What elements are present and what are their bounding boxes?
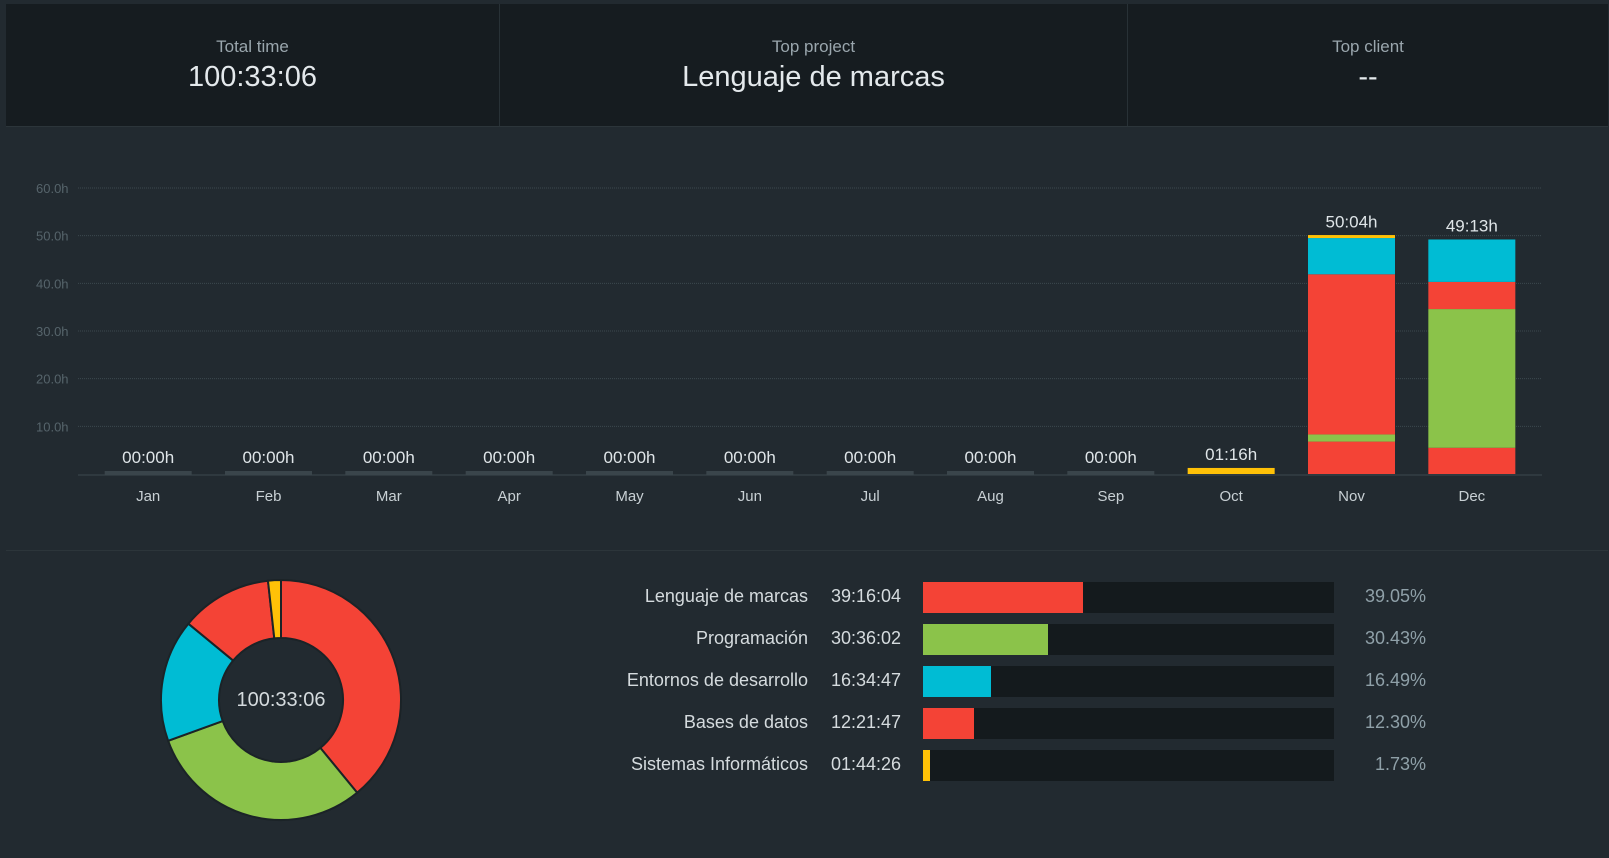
project-bar-track	[923, 666, 1334, 697]
bar-segment	[1308, 441, 1395, 474]
project-name[interactable]: Entornos de desarrollo	[508, 670, 808, 691]
empty-bar	[826, 471, 914, 475]
project-bar-fill	[923, 750, 931, 781]
x-tick-label: Nov	[1338, 488, 1365, 505]
bar-total-label: 00:00h	[483, 448, 535, 467]
y-tick-label: 10.0h	[36, 419, 69, 434]
top-client-card: Top client --	[1128, 4, 1608, 126]
project-time: 30:36:02	[831, 628, 902, 648]
x-tick-label: Dec	[1458, 488, 1485, 505]
project-bar-fill	[923, 624, 1049, 655]
y-tick-label: 40.0h	[36, 276, 69, 291]
project-name[interactable]: Lenguaje de marcas	[508, 586, 808, 607]
project-name[interactable]: Bases de datos	[508, 712, 808, 733]
project-time: 12:21:47	[831, 712, 902, 732]
y-tick-label: 50.0h	[36, 229, 69, 244]
x-tick-label: Mar	[376, 488, 402, 505]
summary-header: Total time 100:33:06 Top project Lenguaj…	[6, 4, 1608, 127]
empty-bar	[1067, 471, 1155, 475]
project-percent: 12.30%	[1364, 712, 1426, 732]
empty-bar	[586, 471, 673, 475]
bar-total-label: 00:00h	[243, 448, 295, 467]
project-bar-track	[923, 750, 1334, 781]
bar-total-label: 00:00h	[724, 448, 776, 467]
total-time-value: 100:33:06	[187, 60, 317, 93]
project-row-lenguaje[interactable]: Lenguaje de marcas 39:16:04 39.05%	[6, 582, 1608, 613]
x-tick-label: May	[615, 488, 644, 505]
bar-total-label: 49:13h	[1446, 216, 1498, 235]
project-bar-track	[923, 582, 1334, 613]
project-row-sistemas[interactable]: Sistemas Informáticos 01:44:26 1.73%	[6, 750, 1608, 781]
project-bar-fill	[923, 582, 1084, 613]
bar-segment	[1187, 467, 1275, 474]
top-client-value: --	[1358, 60, 1378, 93]
total-time-label: Total time	[216, 36, 289, 56]
empty-bar	[225, 471, 312, 475]
bar-total-label: 01:16h	[1205, 445, 1257, 464]
project-percent: 39.05%	[1364, 586, 1426, 606]
bar-segment	[1308, 434, 1395, 442]
y-tick-label: 30.0h	[36, 324, 69, 339]
x-tick-label: Feb	[256, 488, 282, 505]
bar-total-label: 00:00h	[1085, 448, 1137, 467]
bar-segment	[1308, 238, 1395, 275]
bar-total-label: 00:00h	[363, 448, 415, 467]
bar-total-label: 50:04h	[1326, 213, 1378, 232]
project-name[interactable]: Programación	[508, 628, 808, 649]
empty-bar	[947, 471, 1034, 475]
y-tick-label: 20.0h	[36, 372, 69, 387]
top-client-label: Top client	[1332, 36, 1404, 56]
monthly-bar-chart: 10.0h 20.0h 30.0h 40.0h 50.0h 60.0h 00:00h Jan 0…	[6, 127, 1608, 551]
bar-chart-svg: 10.0h 20.0h 30.0h 40.0h 50.0h 60.0h 00:00h Jan 0…	[36, 181, 1542, 505]
top-project-card: Top project Lenguaje de marcas	[500, 4, 1128, 126]
bar-segment	[1308, 274, 1395, 435]
bar-segment	[1428, 447, 1516, 474]
bar-segment	[1428, 281, 1516, 310]
project-breakdown: 100:33:06 Lenguaje de marcas 39:16:04 39…	[6, 551, 1608, 851]
project-percent: 30.43%	[1364, 628, 1426, 648]
top-project-value[interactable]: Lenguaje de marcas	[682, 61, 945, 94]
x-tick-label: Oct	[1219, 488, 1243, 505]
report-panel: Total time 100:33:06 Top project Lenguaj…	[0, 0, 1609, 858]
project-row-bases[interactable]: Bases de datos 12:21:47 12.30%	[6, 708, 1608, 739]
empty-bar	[706, 471, 794, 475]
bar-segment	[1308, 235, 1395, 239]
empty-bar	[465, 471, 553, 475]
bar-total-label: 00:00h	[844, 448, 896, 467]
empty-bar	[345, 471, 433, 475]
project-name[interactable]: Sistemas Informáticos	[508, 754, 808, 775]
total-time-card: Total time 100:33:06	[6, 4, 500, 126]
project-time: 01:44:26	[831, 754, 902, 774]
x-tick-label: Jun	[738, 488, 762, 505]
project-percent: 1.73%	[1374, 754, 1426, 774]
project-percent: 16.49%	[1364, 670, 1426, 690]
project-time: 39:16:04	[831, 586, 902, 606]
x-tick-label: Jul	[861, 488, 880, 505]
bar-total-label: 00:00h	[965, 448, 1017, 467]
x-tick-label: Aug	[977, 488, 1004, 505]
empty-bar	[104, 471, 192, 475]
project-time: 16:34:47	[831, 670, 902, 690]
top-project-label: Top project	[771, 36, 856, 56]
bar-segment	[1428, 309, 1516, 448]
bar-segment	[1428, 239, 1516, 282]
project-row-entornos[interactable]: Entornos de desarrollo 16:34:47 16.49%	[6, 666, 1608, 697]
bar-total-label: 00:00h	[604, 448, 656, 467]
x-tick-label: Apr	[497, 488, 520, 505]
project-bar-fill	[923, 666, 991, 697]
x-tick-label: Jan	[136, 488, 160, 505]
bar-total-label: 00:00h	[122, 448, 174, 467]
project-bar-track	[923, 708, 1334, 739]
project-bar-fill	[923, 708, 974, 739]
y-tick-label: 60.0h	[36, 181, 69, 196]
x-tick-label: Sep	[1097, 488, 1124, 505]
project-row-programacion[interactable]: Programación 30:36:02 30.43%	[6, 624, 1608, 655]
project-bar-track	[923, 624, 1334, 655]
